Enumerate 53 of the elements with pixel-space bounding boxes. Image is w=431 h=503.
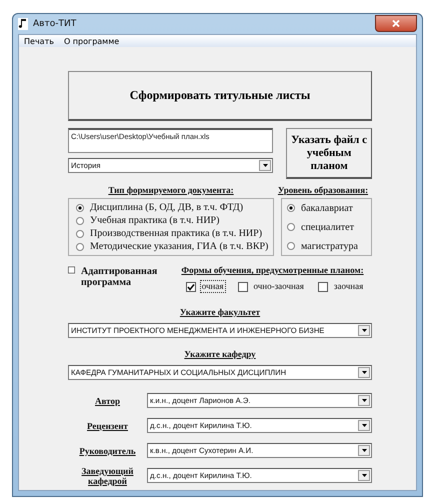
radio-button[interactable] (76, 216, 84, 224)
close-button[interactable] (375, 14, 417, 32)
checkbox[interactable] (186, 282, 196, 292)
group-label: Тип формируемого документа: (108, 185, 234, 195)
dropdown-button[interactable] (358, 367, 370, 378)
field-label: Укажите кафедру (184, 349, 256, 359)
option-label[interactable]: Адаптированная программа (79, 265, 173, 289)
dropdown-button[interactable] (358, 420, 370, 431)
dropdown-button[interactable] (358, 470, 370, 481)
option-label[interactable]: заочная (332, 280, 366, 293)
dropdown-button[interactable] (358, 445, 370, 456)
menu-item[interactable]: Печать (23, 36, 55, 46)
group-label: Формы обучения, предусмотренные планом: (181, 265, 364, 275)
radio-button[interactable] (287, 242, 295, 250)
field-label: Руководитель (79, 446, 136, 456)
field-label: Автор (95, 396, 120, 406)
field-label: Укажите факультет (180, 307, 260, 317)
generate-button[interactable]: Сформировать титульные листы (68, 71, 372, 121)
option-label[interactable]: очно-заочная (252, 280, 306, 293)
dropdown-button[interactable] (358, 395, 370, 406)
checkbox[interactable] (318, 282, 328, 292)
close-icon (392, 20, 400, 26)
option-label[interactable]: Методические указания, ГИА (в т.ч. ВКР) (88, 240, 270, 253)
checkbox[interactable] (68, 265, 75, 275)
option-label[interactable]: магистратура (299, 240, 360, 252)
option-label[interactable]: Дисциплина (Б, ОД, ДВ, в т.ч. ФТД) (88, 201, 246, 214)
window-title: Авто-ТИТ (33, 19, 78, 29)
caret-down-icon (262, 164, 268, 167)
dropdown-button[interactable] (358, 325, 370, 336)
choose-file-button[interactable]: Указать файл с учебным планом (286, 128, 372, 179)
checkbox[interactable] (238, 282, 248, 292)
caret-down-icon (362, 399, 366, 402)
radio-button[interactable] (76, 204, 84, 212)
radio-button[interactable] (76, 230, 84, 238)
caret-down-icon (362, 329, 366, 332)
radio-button[interactable] (287, 204, 295, 212)
option-label[interactable]: Производственная практика (в т.ч. НИР) (88, 227, 264, 240)
radio-button[interactable] (76, 242, 84, 250)
option-label[interactable]: Учебная практика (в т.ч. НИР) (88, 214, 222, 227)
menu-item[interactable]: О программе (62, 36, 120, 46)
field-label: Заведующий кафедрой (80, 466, 134, 486)
caret-down-icon (362, 449, 366, 452)
caret-down-icon (362, 474, 366, 477)
option-label[interactable]: очная (200, 280, 226, 293)
radio-button[interactable] (287, 223, 295, 231)
caret-down-icon (362, 424, 366, 427)
option-label[interactable]: специалитет (299, 220, 356, 234)
music-note-icon (18, 18, 28, 30)
field-label: Рецензент (87, 420, 128, 430)
group-label: Уровень образования: (278, 185, 368, 195)
caret-down-icon (362, 371, 366, 374)
dropdown-button[interactable] (259, 160, 272, 171)
option-label[interactable]: бакалавриат (299, 202, 355, 214)
